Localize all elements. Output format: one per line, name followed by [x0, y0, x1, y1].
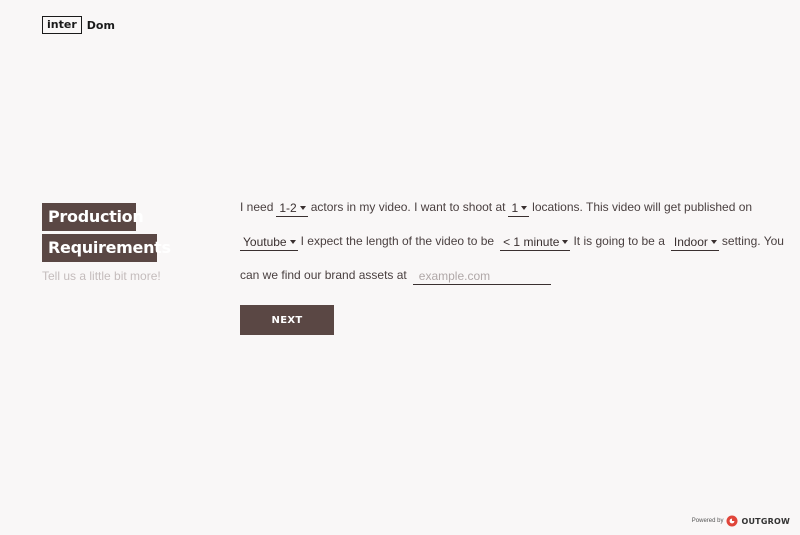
brand-logo[interactable]: inter Dom — [42, 16, 115, 34]
form-text: can we find our brand assets at — [240, 268, 407, 282]
form-row-1: I need 1-2 actors in my video. I want to… — [240, 190, 780, 224]
locations-dropdown[interactable]: 1 — [508, 199, 530, 217]
form-text: It is going to be a — [573, 234, 665, 248]
page-title: Production Requirements — [42, 203, 171, 262]
locations-dropdown-value: 1 — [511, 201, 519, 215]
form-text: setting. You — [721, 234, 784, 248]
powered-by-brand: OUTGROW — [741, 516, 790, 526]
next-button[interactable]: NEXT — [240, 305, 334, 335]
actors-dropdown-value: 1-2 — [279, 201, 297, 215]
form-row-3: can we find our brand assets at — [240, 258, 780, 292]
platform-dropdown-value: Youtube — [243, 235, 287, 249]
caret-down-icon — [299, 206, 306, 210]
requirements-form: I need 1-2 actors in my video. I want to… — [240, 190, 784, 292]
brand-assets-url-input[interactable] — [412, 267, 551, 285]
powered-by-text: Powered by — [691, 518, 724, 524]
form-text: I need — [240, 200, 274, 214]
caret-down-icon — [710, 240, 717, 244]
form-row-2: Youtube I expect the length of the video… — [240, 224, 784, 258]
caret-down-icon — [289, 240, 296, 244]
form-text: actors in my video. I want to shoot at — [310, 200, 506, 214]
setting-dropdown[interactable]: Indoor — [670, 233, 719, 251]
actors-dropdown[interactable]: 1-2 — [276, 199, 308, 217]
caret-down-icon — [521, 206, 528, 210]
video-length-dropdown-value: < 1 minute — [503, 235, 560, 249]
video-length-dropdown[interactable]: < 1 minute — [500, 233, 571, 251]
page: inter Dom Production Requirements Tell u… — [0, 0, 800, 535]
setting-dropdown-value: Indoor — [673, 235, 708, 249]
title-line-2: Requirements — [42, 234, 171, 262]
powered-by-badge[interactable]: Powered by OUTGROW — [692, 515, 790, 527]
form-text: locations. This video will get published… — [532, 200, 753, 214]
logo-text: Dom — [86, 18, 115, 32]
title-line-1: Production — [42, 203, 144, 231]
caret-down-icon — [562, 240, 569, 244]
platform-dropdown[interactable]: Youtube — [240, 233, 298, 251]
page-subtitle: Tell us a little bit more! — [42, 269, 161, 283]
outgrow-logo-icon — [726, 515, 738, 527]
logo-boxed-text: inter — [42, 16, 82, 34]
form-text: I expect the length of the video to be — [300, 234, 495, 248]
